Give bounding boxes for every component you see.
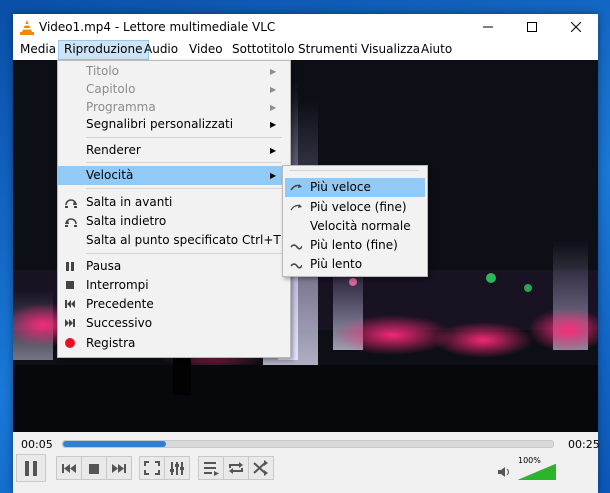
menu-item-velocita-normale[interactable]: Velocità normale xyxy=(285,217,425,236)
menu-separator xyxy=(289,170,419,171)
time-elapsed: 00:05 xyxy=(21,438,53,451)
minimize-icon xyxy=(483,26,493,28)
menu-media[interactable]: Media xyxy=(15,40,61,60)
seek-bar[interactable] xyxy=(62,440,554,448)
menu-riproduzione[interactable]: Riproduzione xyxy=(58,40,149,60)
seek-progress xyxy=(63,441,166,447)
menu-sottotitolo[interactable]: Sottotitolo xyxy=(227,40,299,60)
title-bar[interactable]: Video1.mp4 - Lettore multimediale VLC xyxy=(13,14,598,40)
menu-bar: Media Riproduzione Audio Video Sottotito… xyxy=(13,40,598,60)
next-icon xyxy=(112,464,126,473)
menu-item-salta-avanti[interactable]: Salta in avanti xyxy=(58,193,288,212)
menu-item-interrompi[interactable]: Interrompi xyxy=(58,276,288,295)
menu-separator xyxy=(86,188,282,189)
menu-item-precedente[interactable]: Precedente xyxy=(58,295,288,314)
previous-icon xyxy=(62,464,76,473)
menu-visualizza[interactable]: Visualizza xyxy=(356,40,425,60)
previous-button[interactable] xyxy=(56,456,82,480)
time-total: 00:25 xyxy=(568,438,600,451)
speaker-icon[interactable] xyxy=(497,466,511,478)
shuffle-button[interactable] xyxy=(248,456,274,480)
submenu-arrow-icon: ▶ xyxy=(270,146,277,155)
extended-settings-button[interactable] xyxy=(164,456,190,480)
faster-fine-icon xyxy=(290,204,302,211)
pause-icon xyxy=(25,461,37,476)
menu-item-piu-veloce-fine[interactable]: Più veloce (fine) xyxy=(285,198,425,217)
fullscreen-icon xyxy=(144,461,160,475)
loop-icon xyxy=(229,462,243,474)
next-button[interactable] xyxy=(106,456,132,480)
window-title: Video1.mp4 - Lettore multimediale VLC xyxy=(39,20,276,34)
menu-item-titolo[interactable]: Titolo ▶ xyxy=(58,62,288,81)
submenu-arrow-icon: ▶ xyxy=(270,67,277,76)
riproduzione-dropdown: Titolo ▶ Capitolo ▶ Programma ▶ Segnalibri … xyxy=(57,60,291,358)
pause-button[interactable] xyxy=(16,454,46,482)
submenu-arrow-icon: ▶ xyxy=(270,120,277,129)
menu-item-piu-lento-fine[interactable]: Più lento (fine) xyxy=(285,236,425,255)
minimize-button[interactable] xyxy=(466,14,510,40)
maximize-icon xyxy=(527,22,537,32)
next-icon xyxy=(65,319,75,327)
menu-strumenti[interactable]: Strumenti xyxy=(293,40,363,60)
menu-aiuto[interactable]: Aiuto xyxy=(416,40,457,60)
fullscreen-button[interactable] xyxy=(139,456,165,480)
menu-item-segnalibri[interactable]: Segnalibri personalizzati ▶ xyxy=(58,115,288,134)
playlist-icon xyxy=(204,462,219,476)
pause-icon xyxy=(66,262,74,271)
shortcut-label: Ctrl+T xyxy=(242,233,281,247)
menu-item-salta-indietro[interactable]: Salta indietro xyxy=(58,212,288,231)
menu-item-piu-veloce[interactable]: Più veloce xyxy=(285,178,425,197)
submenu-arrow-icon: ▶ xyxy=(270,171,277,180)
stop-button[interactable] xyxy=(81,456,107,480)
menu-item-salta-punto[interactable]: Salta al punto specificato Ctrl+T xyxy=(58,231,288,250)
menu-item-capitolo[interactable]: Capitolo ▶ xyxy=(58,80,288,99)
menu-item-renderer[interactable]: Renderer ▶ xyxy=(58,141,288,160)
control-bar: 00:05 00:25 100% xyxy=(13,432,600,493)
menu-item-piu-lento[interactable]: Più lento xyxy=(285,255,425,274)
menu-item-pausa[interactable]: Pausa xyxy=(58,257,288,276)
velocita-submenu: Più veloce Più veloce (fine) Velocità no… xyxy=(282,165,428,277)
playlist-button[interactable] xyxy=(198,456,224,480)
menu-separator xyxy=(86,162,282,163)
loop-button[interactable] xyxy=(223,456,249,480)
equalizer-icon xyxy=(170,462,184,475)
menu-separator xyxy=(86,253,282,254)
close-icon xyxy=(570,21,582,33)
slower-fine-icon xyxy=(290,244,302,250)
previous-icon xyxy=(65,300,75,308)
vlc-cone-icon xyxy=(20,20,34,35)
slower-icon xyxy=(290,263,302,269)
record-icon xyxy=(65,338,75,348)
faster-icon xyxy=(290,184,302,191)
menu-item-registra[interactable]: Registra xyxy=(58,334,288,353)
menu-video[interactable]: Video xyxy=(184,40,228,60)
volume-slider[interactable] xyxy=(518,464,556,480)
skip-back-icon xyxy=(65,218,77,227)
shuffle-icon xyxy=(253,460,268,476)
stop-icon xyxy=(89,464,99,474)
menu-item-successivo[interactable]: Successivo xyxy=(58,314,288,333)
maximize-button[interactable] xyxy=(510,14,554,40)
menu-item-velocita[interactable]: Velocità ▶ xyxy=(58,166,288,185)
stop-icon xyxy=(66,281,74,289)
skip-forward-icon xyxy=(65,199,77,208)
menu-separator xyxy=(86,137,282,138)
close-button[interactable] xyxy=(554,14,598,40)
menu-audio[interactable]: Audio xyxy=(139,40,183,60)
submenu-arrow-icon: ▶ xyxy=(270,85,277,94)
